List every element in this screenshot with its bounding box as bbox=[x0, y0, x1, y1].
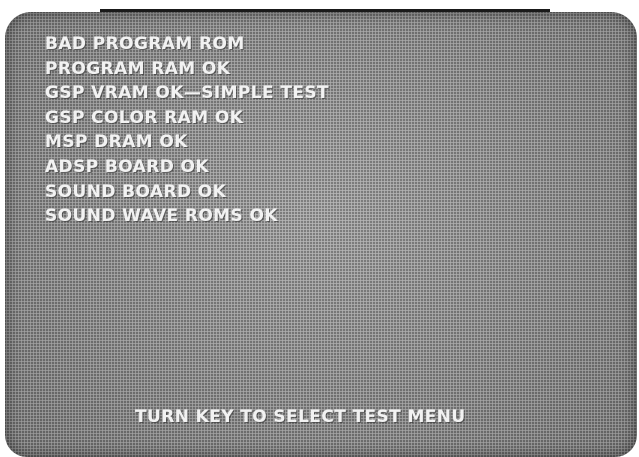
test-menu-prompt: TURN KEY TO SELECT TEST MENU bbox=[135, 407, 466, 427]
status-line-sound-wave-roms: SOUND WAVE ROMS OK bbox=[45, 206, 278, 227]
status-line-adsp-board: ADSP BOARD OK bbox=[45, 156, 209, 177]
status-line-gsp-vram: GSP VRAM OK—SIMPLE TEST bbox=[45, 83, 329, 104]
status-line-msp-dram: MSP DRAM OK bbox=[45, 132, 188, 153]
status-line-sound-board: SOUND BOARD OK bbox=[45, 181, 227, 202]
status-line-gsp-color-ram: GSP COLOR RAM OK bbox=[45, 107, 244, 128]
diagnostic-page: BAD PROGRAM ROM PROGRAM RAM OK GSP VRAM … bbox=[0, 0, 639, 457]
crt-screen: BAD PROGRAM ROM PROGRAM RAM OK GSP VRAM … bbox=[5, 12, 637, 457]
status-line-program-rom: BAD PROGRAM ROM bbox=[45, 34, 245, 54]
status-line-program-ram: PROGRAM RAM OK bbox=[45, 58, 231, 79]
self-test-status-list: BAD PROGRAM ROM PROGRAM RAM OK GSP VRAM … bbox=[45, 32, 329, 229]
